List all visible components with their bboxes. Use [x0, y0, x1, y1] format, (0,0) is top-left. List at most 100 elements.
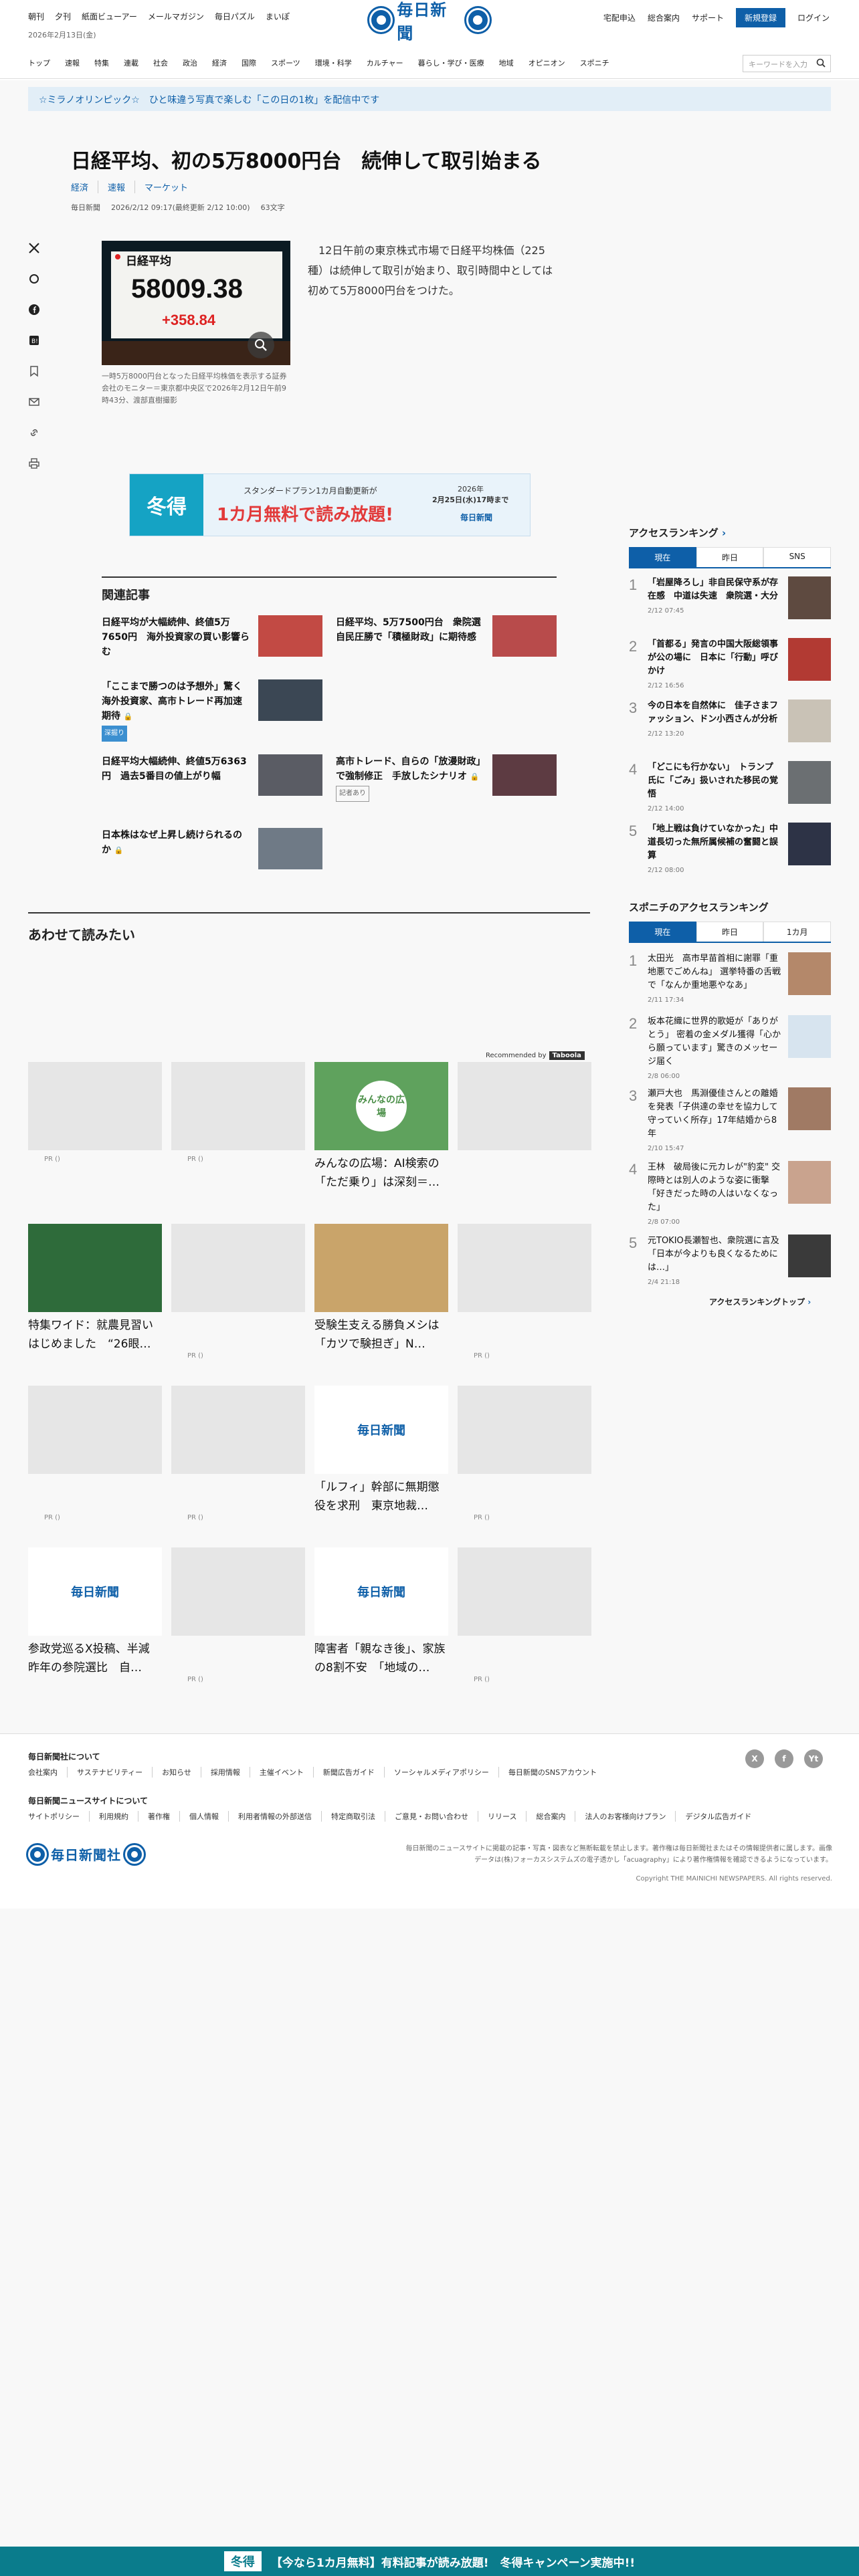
ranking-heading[interactable]: アクセスランキング ›: [629, 526, 726, 540]
footer-link[interactable]: 個人情報: [179, 1811, 228, 1822]
sponichi-item[interactable]: 4 王林 破局後に元カレが"豹変" 交際時とは別人のような姿に衝撃「好きだった時の…: [629, 1161, 831, 1226]
nav-item[interactable]: 連載: [124, 58, 147, 68]
nav-item[interactable]: 特集: [94, 58, 117, 68]
facebook-share-icon[interactable]: [27, 302, 41, 317]
reco-card[interactable]: 受験生支える勝負メシは 「カツで験担ぎ」N…: [314, 1224, 451, 1359]
footer-link[interactable]: 特定商取引法: [321, 1811, 385, 1822]
top-link[interactable]: 朝刊: [28, 11, 55, 22]
reco-card[interactable]: PR (): [458, 1386, 591, 1521]
footer-link[interactable]: 毎日新聞のSNSアカウント: [498, 1767, 606, 1778]
footer-logo[interactable]: 毎日新聞社: [28, 1844, 144, 1864]
reco-card[interactable]: 特集ワイド：就農見習いはじめました “26眼…: [28, 1224, 162, 1354]
tab-yesterday[interactable]: 昨日: [696, 547, 764, 567]
nav-item[interactable]: 国際: [242, 58, 264, 68]
reco-card[interactable]: 毎日新聞 「ルフィ」幹部に無期懲役を求刑 東京地裁…: [314, 1386, 448, 1515]
tag-link[interactable]: マーケット: [145, 181, 197, 193]
nav-item[interactable]: 政治: [183, 58, 205, 68]
subscription-ad[interactable]: 冬得 スタンダードプラン1カ月自動更新が 1カ月無料で読み放題! 2026年 2…: [129, 473, 531, 536]
ranking-top-link[interactable]: アクセスランキングトップ ›: [709, 1296, 811, 1307]
footer-link[interactable]: 採用情報: [200, 1767, 250, 1778]
footer-link[interactable]: 著作権: [138, 1811, 179, 1822]
top-link[interactable]: 紙面ビューアー: [82, 11, 148, 22]
bookmark-icon[interactable]: [27, 364, 41, 379]
nav-item[interactable]: スポーツ: [271, 58, 308, 68]
campaign-bar[interactable]: 冬得 【今なら1カ月無料】有料記事が読み放題! 冬得キャンペーン実施中!!: [0, 2547, 859, 2576]
nav-item[interactable]: 速報: [65, 58, 88, 68]
footer-link[interactable]: 会社案内: [28, 1767, 67, 1778]
tab-now[interactable]: 現在: [629, 922, 696, 942]
top-link[interactable]: 毎日パズル: [215, 11, 266, 22]
article-photo[interactable]: 日経平均 58009.38 +358.84: [102, 241, 290, 365]
footer-link[interactable]: 利用者情報の外部送信: [228, 1811, 321, 1822]
reco-card[interactable]: PR (): [458, 1547, 591, 1683]
login-button[interactable]: ログイン: [797, 12, 830, 23]
footer-link[interactable]: 総合案内: [526, 1811, 575, 1822]
related-item[interactable]: 高市トレード、自らの「放漫財政」で強制修正 手放したシナリオ 🔒 記者あり: [336, 754, 557, 802]
search-icon[interactable]: [816, 58, 826, 68]
ranking-item[interactable]: 4 「どこにも行かない」 トランプ氏に「ごみ」扱いされた移民の覚悟 2/12 14:…: [629, 761, 831, 813]
reco-card[interactable]: PR (): [171, 1224, 305, 1360]
register-button[interactable]: 新規登録: [735, 8, 785, 27]
nav-item[interactable]: トップ: [28, 58, 58, 68]
x-icon[interactable]: X: [745, 1749, 764, 1768]
reco-card[interactable]: PR (): [171, 1386, 305, 1521]
hatena-share-icon[interactable]: B!: [27, 333, 41, 348]
related-item[interactable]: 「ここまで勝つのは予想外」驚く海外投資家、高市トレード再加速期待 🔒 深掘り: [102, 679, 322, 742]
related-item[interactable]: 日経平均大幅続伸、終値5万6363円 過去5番目の値上がり幅: [102, 754, 322, 796]
nav-item[interactable]: 経済: [212, 58, 235, 68]
promo-banner[interactable]: ☆ミラノオリンピック☆ ひと味違う写真で楽しむ「この日の1枚」を配信中です: [28, 87, 831, 111]
tab-yesterday[interactable]: 昨日: [696, 922, 764, 942]
related-item[interactable]: 日本株はなぜ上昇し続けられるのか 🔒: [102, 828, 322, 869]
footer-link[interactable]: 新聞広告ガイド: [312, 1767, 384, 1778]
footer-link[interactable]: 法人のお客様向けプラン: [575, 1811, 675, 1822]
support-link[interactable]: サポート: [692, 12, 724, 23]
site-logo[interactable]: 毎日新聞: [369, 0, 490, 43]
footer-link[interactable]: サステナビリティー: [67, 1767, 152, 1778]
reco-card[interactable]: 毎日新聞 参政党巡るX投稿、半減 昨年の参院選比 自…: [28, 1547, 162, 1677]
reco-card[interactable]: みんなの広場 みんなの広場：AI検索の「ただ乗り」は深刻＝…: [314, 1062, 448, 1192]
youtube-icon[interactable]: Yt: [804, 1749, 823, 1768]
footer-link[interactable]: リリース: [478, 1811, 526, 1822]
facebook-icon[interactable]: f: [775, 1749, 793, 1768]
mail-icon[interactable]: [27, 395, 41, 409]
footer-link[interactable]: ご意見・お問い合わせ: [385, 1811, 478, 1822]
top-link[interactable]: 夕刊: [55, 11, 82, 22]
sponichi-item[interactable]: 3 瀬戸大也 馬淵優佳さんとの離婚を発表「子供達の幸せを協力して守っていく所存」1…: [629, 1087, 831, 1152]
footer-link[interactable]: 主催イベント: [249, 1767, 313, 1778]
reco-card[interactable]: PR (): [171, 1062, 305, 1163]
reco-card[interactable]: PR (): [28, 1062, 162, 1163]
nav-item[interactable]: スポニチ: [580, 58, 617, 68]
info-link[interactable]: 総合案内: [648, 12, 680, 23]
delivery-link[interactable]: 宅配申込: [603, 12, 636, 23]
nav-item[interactable]: 環境・科学: [315, 58, 360, 68]
reco-card[interactable]: PR (): [28, 1386, 162, 1521]
zoom-icon[interactable]: [248, 332, 274, 358]
nav-item[interactable]: 社会: [153, 58, 176, 68]
x-share-icon[interactable]: [27, 241, 41, 255]
tab-sns[interactable]: SNS: [763, 547, 832, 567]
tag-link[interactable]: 経済: [71, 181, 99, 193]
nav-item[interactable]: オピニオン: [529, 58, 573, 68]
tab-now[interactable]: 現在: [629, 547, 696, 567]
reco-card[interactable]: PR (): [458, 1224, 591, 1360]
link-icon[interactable]: [27, 425, 41, 440]
footer-link[interactable]: ソーシャルメディアポリシー: [383, 1767, 498, 1778]
ranking-item[interactable]: 1 「岩屋降ろし」非自民保守系が存在感 中道は失速 衆院選・大分 2/12 07:4…: [629, 576, 831, 619]
related-item[interactable]: 日経平均が大幅続伸、終値5万7650円 海外投資家の買い影響らむ: [102, 615, 322, 659]
nav-item[interactable]: 暮らし・学び・医療: [418, 58, 492, 68]
tag-link[interactable]: 速報: [108, 181, 136, 193]
reco-card[interactable]: PR (): [171, 1547, 305, 1683]
ranking-item[interactable]: 5 「地上戦は負けていなかった」中道長切った無所属候補の奮闘と誤算 2/12 08:…: [629, 823, 831, 874]
reco-card[interactable]: 毎日新聞 障害者「親なき後」、家族の8割不安 「地域の…: [314, 1547, 448, 1677]
sponichi-item[interactable]: 2 坂本花織に世界的歌姫が「ありがとう」 密着の金メダル獲得「心から願っています」…: [629, 1015, 831, 1080]
footer-link[interactable]: 利用規約: [89, 1811, 138, 1822]
top-link[interactable]: まいぽ: [266, 11, 300, 22]
print-icon[interactable]: [27, 456, 41, 471]
footer-link[interactable]: サイトポリシー: [28, 1811, 89, 1822]
sponichi-item[interactable]: 1 太田光 高市早苗首相に謝罪「重地悪でごめんね」 選挙特番の舌戦で「なんか重地悪…: [629, 952, 831, 1004]
related-item[interactable]: 日経平均、5万7500円台 衆院選自民圧勝で「積極財政」に期待感: [336, 615, 557, 657]
ranking-item[interactable]: 3 今の日本を自然体に 佳子さまファッション、ドン小西さんが分析 2/12 13:2…: [629, 700, 831, 742]
sponichi-item[interactable]: 5 元TOKIO長瀬智也、衆院選に言及「日本が今よりも良くなるためには…」 2/4 …: [629, 1235, 831, 1286]
footer-link[interactable]: デジタル広告ガイド: [675, 1811, 761, 1822]
top-link[interactable]: メールマガジン: [148, 11, 215, 22]
